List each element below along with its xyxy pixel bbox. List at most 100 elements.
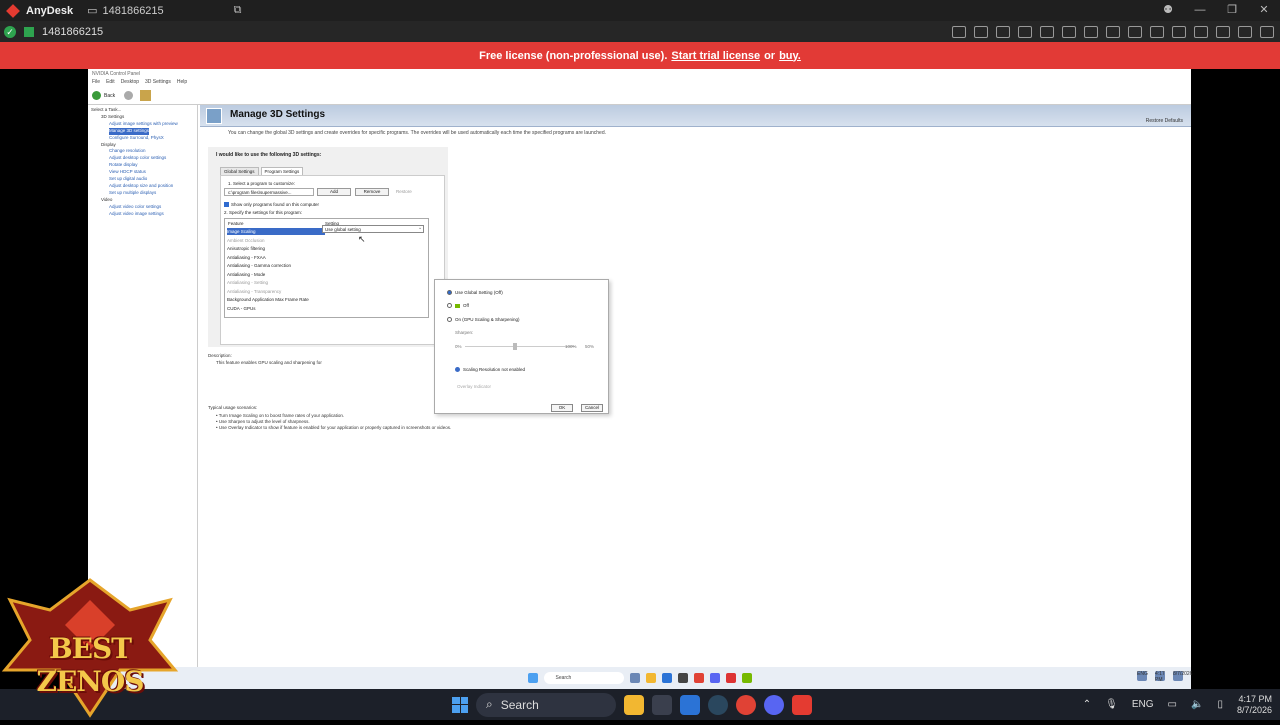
feature-row[interactable]: Anisotropic filtering: [227, 245, 325, 252]
keyboard-icon[interactable]: [1172, 25, 1186, 38]
microphone-icon[interactable]: 🎙: [1105, 699, 1118, 710]
chevron-down-icon[interactable]: ⌄: [418, 225, 422, 231]
tree-item-video-color[interactable]: Adjust video color settings: [91, 204, 194, 211]
remote-screen[interactable]: NVIDIA Control Panel File Edit Desktop 3…: [88, 69, 1191, 667]
feature-row[interactable]: Antialiasing - Mode: [227, 271, 325, 278]
volume-icon[interactable]: 🔈: [1191, 699, 1203, 710]
sharpen-slider-thumb[interactable]: [513, 343, 517, 350]
remote-monitor-icon[interactable]: [24, 26, 34, 37]
remote-windows-icon[interactable]: [527, 673, 538, 683]
tree-item-manage-3d[interactable]: Manage 3D settings: [109, 127, 150, 135]
option-off[interactable]: Off: [447, 303, 469, 308]
remote-app-icon[interactable]: [661, 673, 672, 683]
windows-start-icon[interactable]: [452, 696, 468, 713]
remote-app-icon[interactable]: [741, 673, 752, 683]
anydesk-taskbar-icon[interactable]: [792, 694, 812, 715]
back-arrow-icon[interactable]: [92, 91, 101, 100]
setting-dropdown[interactable]: Use global setting: [322, 225, 424, 233]
privacy-icon[interactable]: [1216, 25, 1230, 38]
display-icon[interactable]: [1084, 25, 1098, 38]
action-icon[interactable]: [1150, 25, 1164, 38]
language-indicator[interactable]: ENG: [1132, 699, 1154, 710]
menu-desktop[interactable]: Desktop: [121, 79, 139, 87]
cancel-button[interactable]: Cancel: [581, 404, 603, 412]
tree-cat-display[interactable]: Display: [91, 142, 194, 149]
tree-item-adjust-preview[interactable]: Adjust image settings with preview: [91, 121, 194, 128]
feature-row[interactable]: Ambient Occlusion: [227, 237, 325, 244]
buy-link[interactable]: buy.: [779, 50, 801, 62]
tree-item-color[interactable]: Adjust desktop color settings: [91, 155, 194, 162]
chevron-up-icon[interactable]: ⌃: [1083, 699, 1091, 710]
forward-arrow-icon[interactable]: [124, 91, 134, 100]
chrome-icon[interactable]: [736, 694, 756, 715]
show-only-checkbox[interactable]: Show only programs found on this compute…: [224, 202, 319, 207]
tree-item-desktop-size[interactable]: Adjust desktop size and position: [91, 183, 194, 190]
option-use-global[interactable]: Use Global Setting (Off): [447, 290, 503, 295]
remote-app-icon[interactable]: [709, 673, 720, 683]
record-icon[interactable]: [1194, 25, 1208, 38]
ok-button[interactable]: OK: [551, 404, 573, 412]
tree-item-audio[interactable]: Set up digital audio: [91, 176, 194, 183]
minimize-button[interactable]: —: [1184, 0, 1216, 21]
outlook-icon[interactable]: [680, 694, 700, 715]
draw-icon[interactable]: [1238, 25, 1252, 38]
remove-button[interactable]: Remove: [355, 188, 389, 196]
tree-item-multiple-displays[interactable]: Set up multiple displays: [91, 190, 194, 197]
screen-icon[interactable]: [1106, 25, 1120, 38]
overlay-indicator-checkbox[interactable]: Overlay Indicator: [457, 384, 491, 389]
back-label[interactable]: Back: [104, 93, 115, 99]
feature-row[interactable]: Antialiasing - Transparency: [227, 288, 325, 295]
session-tab[interactable]: ▭ 1481866215: [87, 4, 164, 18]
feature-row[interactable]: Antialiasing - Gamma correction: [227, 262, 325, 269]
program-select[interactable]: c:\program files\supermassive...: [224, 188, 314, 196]
tree-item-surround[interactable]: Configure Surround, PhysX: [91, 135, 194, 142]
tree-item-hdcp[interactable]: View HDCP status: [91, 169, 194, 176]
message-icon[interactable]: [1128, 25, 1142, 38]
restore-button[interactable]: Restore: [396, 189, 412, 194]
tree-item-resolution[interactable]: Change resolution: [91, 148, 194, 155]
restore-defaults-link[interactable]: Restore Defaults: [1146, 118, 1183, 124]
tree-cat-3d[interactable]: 3D Settings: [91, 114, 194, 121]
menu-help[interactable]: Help: [177, 79, 187, 87]
feature-row[interactable]: Antialiasing - Setting: [227, 279, 325, 286]
store-icon[interactable]: [652, 694, 672, 715]
feature-row[interactable]: CUDA - GPUs: [227, 305, 325, 312]
option-on[interactable]: On (GPU Scaling & Sharpening): [447, 317, 520, 322]
remote-app-icon[interactable]: [677, 673, 688, 683]
restore-button[interactable]: ❐: [1216, 0, 1248, 21]
feature-row[interactable]: Background Application Max Frame Rate: [227, 296, 325, 303]
file-icon[interactable]: [1040, 25, 1054, 38]
new-tab-icon[interactable]: ⧉: [234, 4, 242, 17]
remote-time[interactable]: 4:17 PM: [1155, 671, 1165, 683]
start-trial-link[interactable]: Start trial license: [671, 50, 760, 62]
switch-side-icon[interactable]: [1062, 25, 1076, 38]
remote-app-icon[interactable]: [725, 673, 736, 683]
remote-app-icon[interactable]: [629, 673, 640, 683]
taskbar-search[interactable]: ⌕ Search: [476, 692, 616, 717]
hourglass-icon[interactable]: [974, 25, 988, 38]
remote-search-box[interactable]: Search: [543, 672, 624, 684]
file-explorer-icon[interactable]: [624, 694, 644, 715]
menu-file[interactable]: File: [92, 79, 100, 87]
close-button[interactable]: ✕: [1248, 0, 1280, 21]
network-icon[interactable]: ▭: [1168, 699, 1177, 710]
tree-cat-video[interactable]: Video: [91, 197, 194, 204]
chat-icon[interactable]: [952, 25, 966, 38]
steam-icon[interactable]: [708, 694, 728, 715]
remote-lang[interactable]: ENG: [1137, 671, 1148, 681]
feature-row[interactable]: Image Scaling: [227, 228, 325, 235]
battery-icon[interactable]: ▯: [1217, 699, 1223, 710]
feature-row[interactable]: Antialiasing - FXAA: [227, 254, 325, 261]
storage-icon[interactable]: [996, 25, 1010, 38]
remote-app-icon[interactable]: [693, 673, 704, 683]
tree-item-video-image[interactable]: Adjust video image settings: [91, 211, 194, 218]
menu-edit[interactable]: Edit: [106, 79, 115, 87]
remote-app-icon[interactable]: [645, 673, 656, 683]
add-button[interactable]: Add: [317, 188, 351, 196]
menu-icon[interactable]: [1260, 25, 1274, 38]
star-icon[interactable]: [1018, 25, 1032, 38]
discord-icon[interactable]: [764, 694, 784, 715]
home-icon[interactable]: [140, 90, 152, 101]
menu-3d-settings[interactable]: 3D Settings: [145, 79, 171, 87]
clock[interactable]: 4:17 PM 8/7/2026: [1237, 694, 1272, 716]
